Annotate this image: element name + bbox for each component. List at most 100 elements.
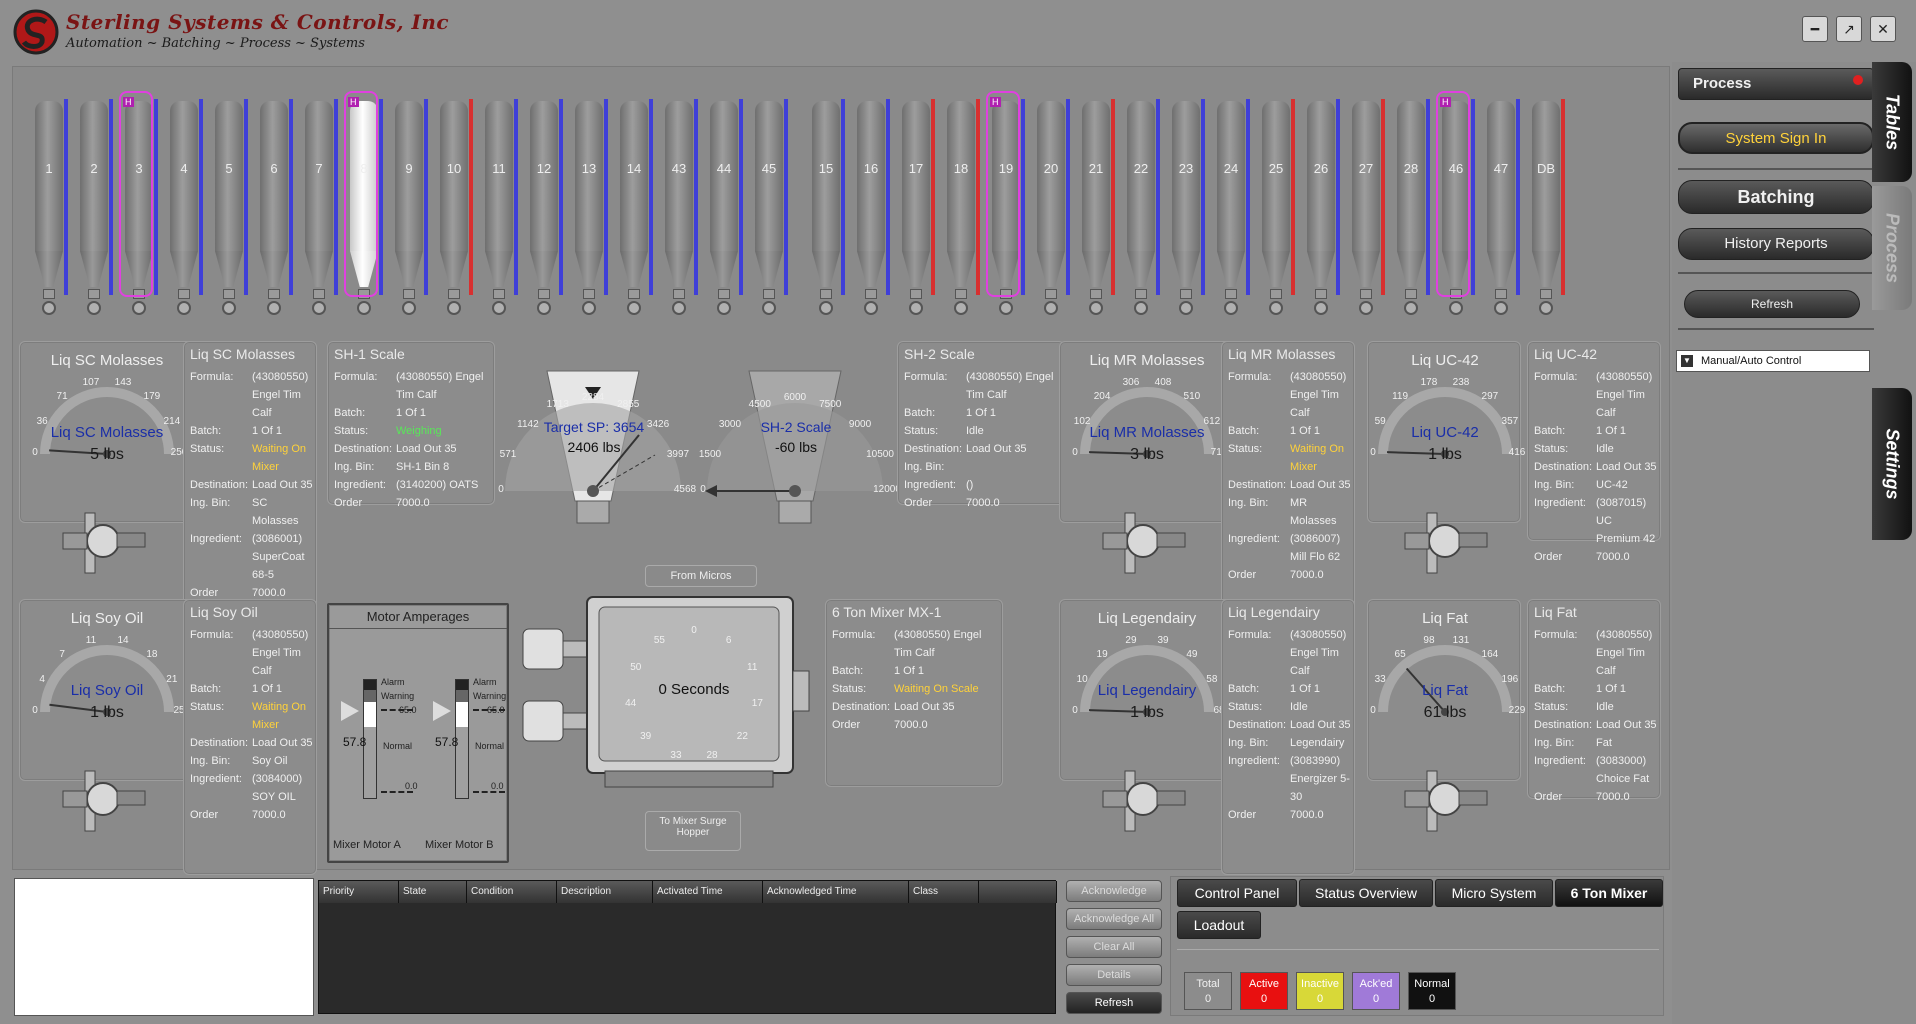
details-button[interactable]: Details (1066, 964, 1162, 986)
bin-2[interactable]: 2 (76, 89, 113, 329)
bin-label: 22 (1133, 161, 1149, 176)
bin-label: 2 (90, 161, 98, 176)
close-icon[interactable]: ✕ (1870, 16, 1896, 42)
bin-body (440, 101, 468, 251)
sh2-ingredient: () (966, 479, 974, 491)
alarm-col-priority[interactable]: Priority (319, 881, 399, 903)
bin-7[interactable]: 7 (301, 89, 338, 329)
bin-label: 1 (45, 161, 53, 176)
bin-gate-icon (448, 289, 460, 299)
mx1-info-card: 6 Ton Mixer MX-1 Formula: (43080550) Enge… (825, 599, 1003, 787)
liq-uc-info-title: Liq UC-42 (1534, 346, 1598, 362)
bin-23[interactable]: 23 (1168, 89, 1205, 329)
bin-body (812, 101, 840, 251)
bin-11[interactable]: 11 (481, 89, 518, 329)
bin-4[interactable]: 4 (166, 89, 203, 329)
bin-1[interactable]: 1 (31, 89, 68, 329)
sh1-scale-value: 2406 lbs (567, 439, 621, 455)
bin-26[interactable]: 26 (1303, 89, 1340, 329)
bin-DB[interactable]: DB (1528, 89, 1565, 329)
bin-22[interactable]: 22 (1123, 89, 1160, 329)
bin-18[interactable]: 18 (943, 89, 980, 329)
acknowledge-all-button[interactable]: Acknowledge All (1066, 908, 1162, 930)
motor-a-alarm-label: Alarm (381, 677, 405, 687)
motor-a-warning-label: Warning (381, 691, 415, 701)
motor-b-warning-label: Warning (473, 691, 507, 701)
bin-feeder-icon (492, 301, 506, 315)
liq-mr-pump-icon (1102, 512, 1186, 574)
sidebar-refresh-button[interactable]: Refresh (1684, 290, 1860, 318)
bin-feeder-icon (762, 301, 776, 315)
liq-fat-status: Idle (1596, 701, 1614, 713)
bin-45[interactable]: 45 (751, 89, 788, 329)
bin-17[interactable]: 17 (898, 89, 935, 329)
bin-28[interactable]: 28 (1393, 89, 1430, 329)
bin-8[interactable]: 8H (344, 89, 383, 329)
bin-21[interactable]: 21 (1078, 89, 1115, 329)
minimize-icon[interactable]: ━ (1802, 16, 1828, 42)
bin-14[interactable]: 14 (616, 89, 653, 329)
label-formula: Formula: (190, 629, 234, 641)
alarm-table[interactable]: Priority State Condition Description Act… (318, 880, 1057, 1014)
motor-b-label: Mixer Motor B (425, 839, 494, 851)
bin-body (1082, 101, 1110, 251)
stat-value: 0 (1316, 993, 1324, 1005)
bin-19[interactable]: 19 H (986, 89, 1025, 329)
bin-level-indicator (649, 99, 653, 295)
bin-body (485, 101, 513, 251)
liq-mr-gauge: Liq MR Molasses Liq MR Molasses 3 lbs 01… (1062, 342, 1232, 502)
gauge-tick-label: 29 (1125, 634, 1137, 646)
bin-46[interactable]: 46 H (1436, 89, 1475, 329)
batching-button[interactable]: Batching (1678, 180, 1874, 214)
bin-15[interactable]: 15 (808, 89, 845, 329)
bin-12[interactable]: 12 (526, 89, 563, 329)
motor-a-low-line (381, 791, 413, 793)
liq-sc-destination: Load Out 35 (252, 479, 313, 491)
bin-43[interactable]: 43 (661, 89, 698, 329)
bin-24[interactable]: 24 (1213, 89, 1250, 329)
bin-label: 13 (581, 161, 597, 176)
bin-cone (1127, 251, 1155, 287)
alarm-col-state[interactable]: State (399, 881, 467, 903)
bin-gate-icon (538, 289, 550, 299)
bin-27[interactable]: 27 (1348, 89, 1385, 329)
bin-10[interactable]: 10 (436, 89, 473, 329)
process-menu-button[interactable]: Process (1678, 68, 1874, 100)
alarm-col-acknowledged-time[interactable]: Acknowledged Time (763, 881, 909, 903)
bin-47[interactable]: 47 (1483, 89, 1520, 329)
bin-gate-icon (583, 289, 595, 299)
bin-label: 25 (1268, 161, 1284, 176)
tab-6-ton-mixer[interactable]: 6 Ton Mixer (1555, 879, 1663, 907)
alarm-refresh-button[interactable]: Refresh (1066, 992, 1162, 1014)
tab-control-panel[interactable]: Control Panel (1177, 879, 1297, 907)
tab-status-overview[interactable]: Status Overview (1299, 879, 1433, 907)
bin-6[interactable]: 6 (256, 89, 293, 329)
restore-icon[interactable]: ↗ (1836, 16, 1862, 42)
alarm-col-extra[interactable] (979, 881, 1057, 903)
vtab-process[interactable]: Process (1872, 186, 1912, 310)
bin-3[interactable]: 3H (119, 89, 158, 329)
vtab-settings[interactable]: Settings (1872, 388, 1912, 540)
bin-25[interactable]: 25 (1258, 89, 1295, 329)
bin-9[interactable]: 9 (391, 89, 428, 329)
vtab-tables[interactable]: Tables (1872, 62, 1912, 182)
tab-micro-system[interactable]: Micro System (1435, 879, 1553, 907)
gauge-tick-label: 10 (1076, 673, 1088, 685)
bin-44[interactable]: 44 (706, 89, 743, 329)
alarm-col-activated-time[interactable]: Activated Time (653, 881, 763, 903)
bin-16[interactable]: 16 (853, 89, 890, 329)
system-sign-in-button[interactable]: System Sign In (1678, 122, 1874, 154)
alarm-col-class[interactable]: Class (909, 881, 979, 903)
history-reports-button[interactable]: History Reports (1678, 228, 1874, 260)
manual-auto-control-item[interactable]: ▼ Manual/Auto Control (1676, 350, 1870, 372)
gauge-tick-label: 3997 (666, 448, 690, 460)
clear-all-button[interactable]: Clear All (1066, 936, 1162, 958)
bin-5[interactable]: 5 (211, 89, 248, 329)
alarm-col-condition[interactable]: Condition (467, 881, 557, 903)
gauge-tick-label: 214 (163, 415, 181, 427)
bin-13[interactable]: 13 (571, 89, 608, 329)
acknowledge-button[interactable]: Acknowledge (1066, 880, 1162, 902)
alarm-col-description[interactable]: Description (557, 881, 653, 903)
bin-20[interactable]: 20 (1033, 89, 1070, 329)
tab-loadout[interactable]: Loadout (1177, 911, 1261, 939)
